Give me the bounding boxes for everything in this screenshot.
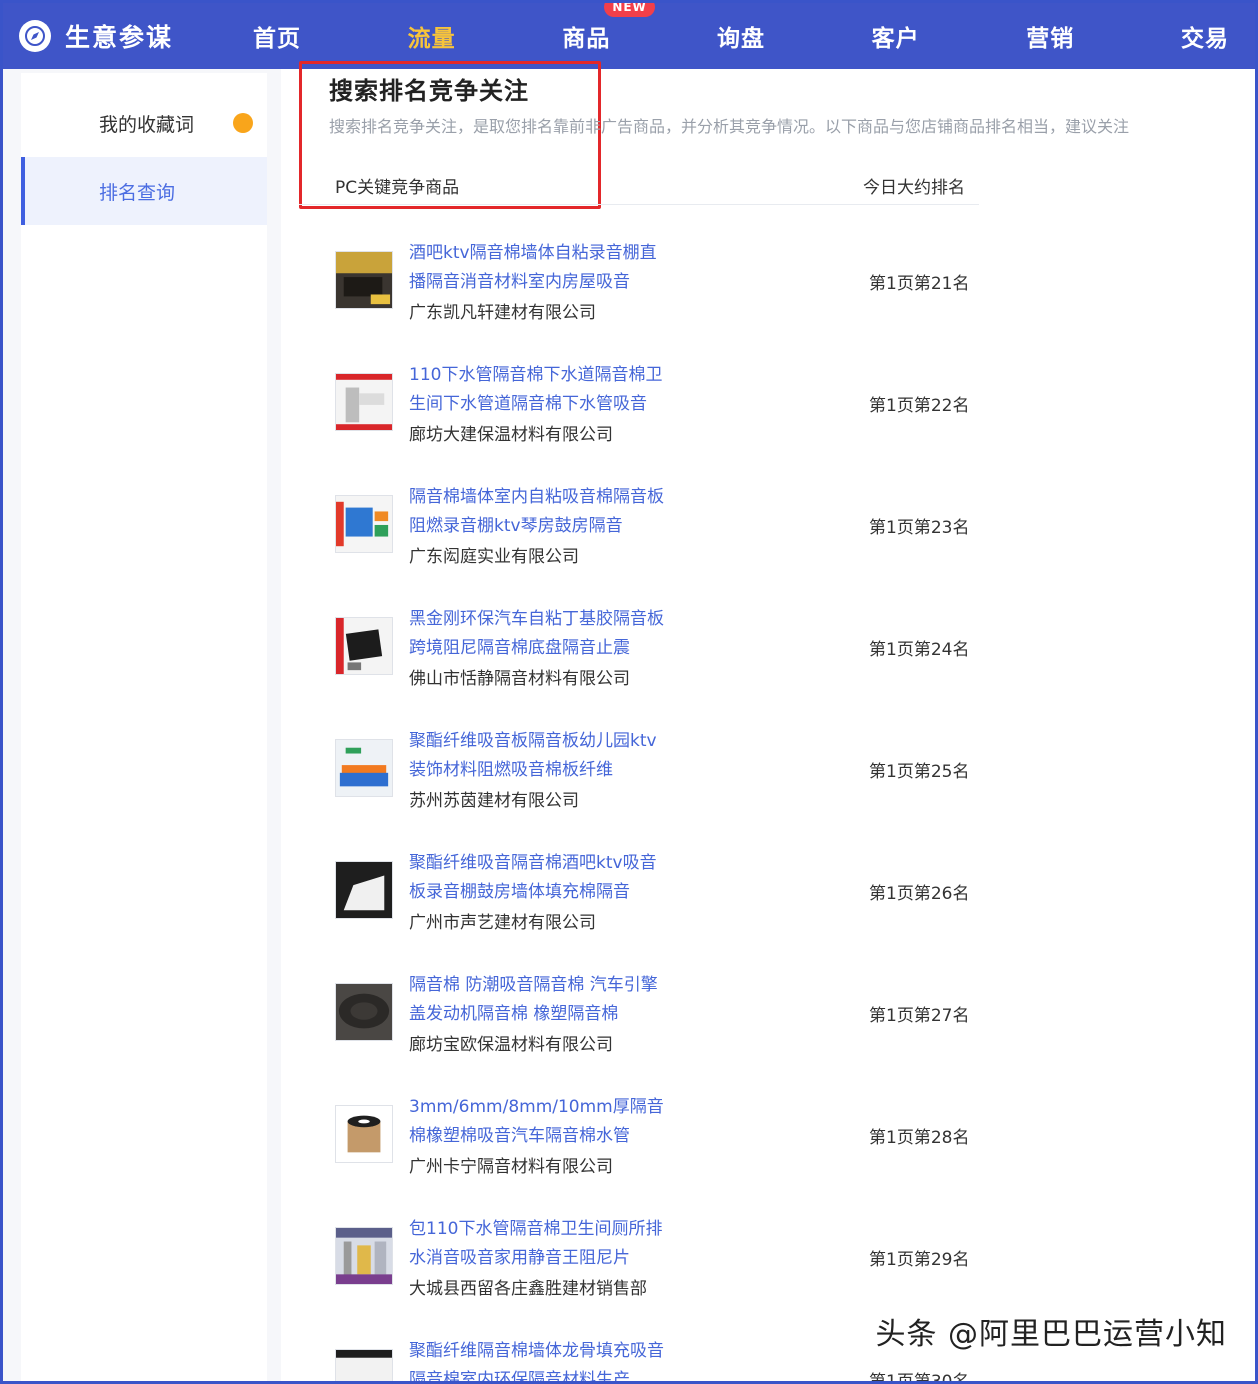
app-logo[interactable]: 生意参谋: [3, 18, 253, 54]
table-row: 3mm/6mm/8mm/10mm厚隔音棉橡塑棉吸音汽车隔音棉水管 广州卡宁隔音材…: [299, 1081, 999, 1203]
rank-value: 第1页第25名: [869, 762, 970, 782]
sidebar-item-favorites[interactable]: 我的收藏词: [21, 89, 267, 157]
app-frame: 生意参谋 首页 流量 商品 NEW 询盘 客户 营销 交易 我的收藏词 排名查询…: [0, 0, 1258, 1384]
table-row: 黑金刚环保汽车自粘丁基胶隔音板跨境阻尼隔音棉底盘隔音止震 佛山市恬静隔音材料有限…: [299, 593, 999, 715]
fiber-panel-icon[interactable]: [335, 861, 393, 919]
table-row: 隔音棉墙体室内自粘吸音棉隔音板阻燃录音棚ktv琴房鼓房隔音 广东闳庭实业有限公司…: [299, 471, 999, 593]
column-header-rank: 今日大约排名: [863, 178, 965, 198]
sidebar: 我的收藏词 排名查询: [21, 73, 267, 1381]
company-name: 佛山市恬静隔音材料有限公司: [409, 669, 630, 689]
company-name: 廊坊大建保温材料有限公司: [409, 425, 613, 445]
company-name: 廊坊宝欧保温材料有限公司: [409, 1035, 613, 1055]
notification-dot-icon: [233, 113, 253, 133]
rank-value: 第1页第27名: [869, 1006, 970, 1026]
nav-item-products[interactable]: 商品 NEW: [562, 3, 655, 53]
table-row: 酒吧ktv隔音棉墙体自粘录音棚直播隔音消音材料室内房屋吸音 广东凯凡轩建材有限公…: [299, 227, 999, 349]
nav-menu: 首页 流量 商品 NEW 询盘 客户 营销 交易: [253, 3, 1255, 53]
product-title-link[interactable]: 黑金刚环保汽车自粘丁基胶隔音板跨境阻尼隔音棉底盘隔音止震: [409, 605, 669, 663]
sidebar-item-label: 我的收藏词: [99, 113, 195, 136]
rubber-foam-icon[interactable]: [335, 983, 393, 1041]
product-title-link[interactable]: 酒吧ktv隔音棉墙体自粘录音棚直播隔音消音材料室内房屋吸音: [409, 239, 669, 297]
page-title: 搜索排名竞争关注: [329, 77, 529, 105]
company-name: 苏州苏茵建材有限公司: [409, 791, 579, 811]
product-title-link[interactable]: 隔音棉 防潮吸音隔音棉 汽车引擎盖发动机隔音棉 橡塑隔音棉: [409, 971, 669, 1029]
nav-item-traffic[interactable]: 流量: [408, 19, 456, 53]
foam-roll-icon[interactable]: [335, 1105, 393, 1163]
column-header-product: PC关键竞争商品: [335, 178, 460, 198]
top-navigation: 生意参谋 首页 流量 商品 NEW 询盘 客户 营销 交易: [3, 3, 1255, 69]
rank-value: 第1页第22名: [869, 396, 970, 416]
nav-item-trade[interactable]: 交易: [1181, 19, 1229, 53]
pipe-wrap-icon[interactable]: [335, 373, 393, 431]
new-badge: NEW: [604, 3, 655, 17]
product-list: 酒吧ktv隔音棉墙体自粘录音棚直播隔音消音材料室内房屋吸音 广东凯凡轩建材有限公…: [299, 227, 999, 1384]
rank-value: 第1页第26名: [869, 884, 970, 904]
main-panel: 搜索排名竞争关注 搜索排名竞争关注，是取您排名靠前非广告商品，并分析其竞争情况。…: [299, 61, 1255, 1384]
product-title-link[interactable]: 3mm/6mm/8mm/10mm厚隔音棉橡塑棉吸音汽车隔音棉水管: [409, 1093, 669, 1151]
page-description: 搜索排名竞争关注，是取您排名靠前非广告商品，并分析其竞争情况。以下商品与您店铺商…: [329, 117, 1130, 136]
product-title-link[interactable]: 包110下水管隔音棉卫生间厕所排水消音吸音家用静音王阻尼片: [409, 1215, 669, 1273]
acoustic-board-icon[interactable]: [335, 495, 393, 553]
butyl-sheet-icon[interactable]: [335, 617, 393, 675]
company-name: 大城县西留各庄鑫胜建材销售部: [409, 1279, 647, 1299]
sidebar-item-rank-query[interactable]: 排名查询: [21, 157, 267, 225]
company-name: 广东凯凡轩建材有限公司: [409, 303, 596, 323]
pipe-kit-icon[interactable]: [335, 1227, 393, 1285]
product-title-link[interactable]: 隔音棉墙体室内自粘吸音棉隔音板阻燃录音棚ktv琴房鼓房隔音: [409, 483, 669, 541]
white-cotton-icon[interactable]: [335, 1349, 393, 1381]
product-title-link[interactable]: 110下水管隔音棉下水道隔音棉卫生间下水管道隔音棉下水管吸音: [409, 361, 669, 419]
product-title-link[interactable]: 聚酯纤维隔音棉墙体龙骨填充吸音隔音棉室内环保隔音材料生产: [409, 1337, 669, 1381]
rank-value: 第1页第29名: [869, 1250, 970, 1270]
rank-value: 第1页第28名: [869, 1128, 970, 1148]
nav-item-label: 商品: [562, 26, 611, 52]
app-name: 生意参谋: [65, 23, 174, 52]
table-header: PC关键竞争商品 今日大约排名: [299, 165, 979, 205]
compass-icon: [19, 20, 51, 52]
nav-item-home[interactable]: 首页: [253, 19, 301, 53]
product-title-link[interactable]: 聚酯纤维吸音隔音棉酒吧ktv吸音板录音棚鼓房墙体填充棉隔音: [409, 849, 669, 907]
rank-value: 第1页第23名: [869, 518, 970, 538]
table-row: 聚酯纤维吸音隔音棉酒吧ktv吸音板录音棚鼓房墙体填充棉隔音 广州市声艺建材有限公…: [299, 837, 999, 959]
company-name: 广东闳庭实业有限公司: [409, 547, 579, 567]
nav-item-marketing[interactable]: 营销: [1026, 19, 1074, 53]
rank-value: 第1页第24名: [869, 640, 970, 660]
company-name: 广州卡宁隔音材料有限公司: [409, 1157, 613, 1177]
rank-value: 第1页第30名: [869, 1372, 970, 1384]
foam-panel-icon[interactable]: [335, 251, 393, 309]
product-title-link[interactable]: 聚酯纤维吸音板隔音板幼儿园ktv装饰材料阻燃吸音棉板纤维: [409, 727, 669, 785]
polyester-board-icon[interactable]: [335, 739, 393, 797]
company-name: 广州市声艺建材有限公司: [409, 913, 596, 933]
table-row: 包110下水管隔音棉卫生间厕所排水消音吸音家用静音王阻尼片 大城县西留各庄鑫胜建…: [299, 1203, 999, 1325]
table-row: 110下水管隔音棉下水道隔音棉卫生间下水管道隔音棉下水管吸音 廊坊大建保温材料有…: [299, 349, 999, 471]
nav-item-inquiry[interactable]: 询盘: [717, 19, 765, 53]
sidebar-item-label: 排名查询: [99, 181, 176, 204]
table-row: 隔音棉 防潮吸音隔音棉 汽车引擎盖发动机隔音棉 橡塑隔音棉 廊坊宝欧保温材料有限…: [299, 959, 999, 1081]
nav-item-customers[interactable]: 客户: [872, 19, 920, 53]
watermark: 头条 @阿里巴巴运营小知: [875, 1317, 1227, 1352]
table-row: 聚酯纤维吸音板隔音板幼儿园ktv装饰材料阻燃吸音棉板纤维 苏州苏茵建材有限公司 …: [299, 715, 999, 837]
rank-value: 第1页第21名: [869, 274, 970, 294]
